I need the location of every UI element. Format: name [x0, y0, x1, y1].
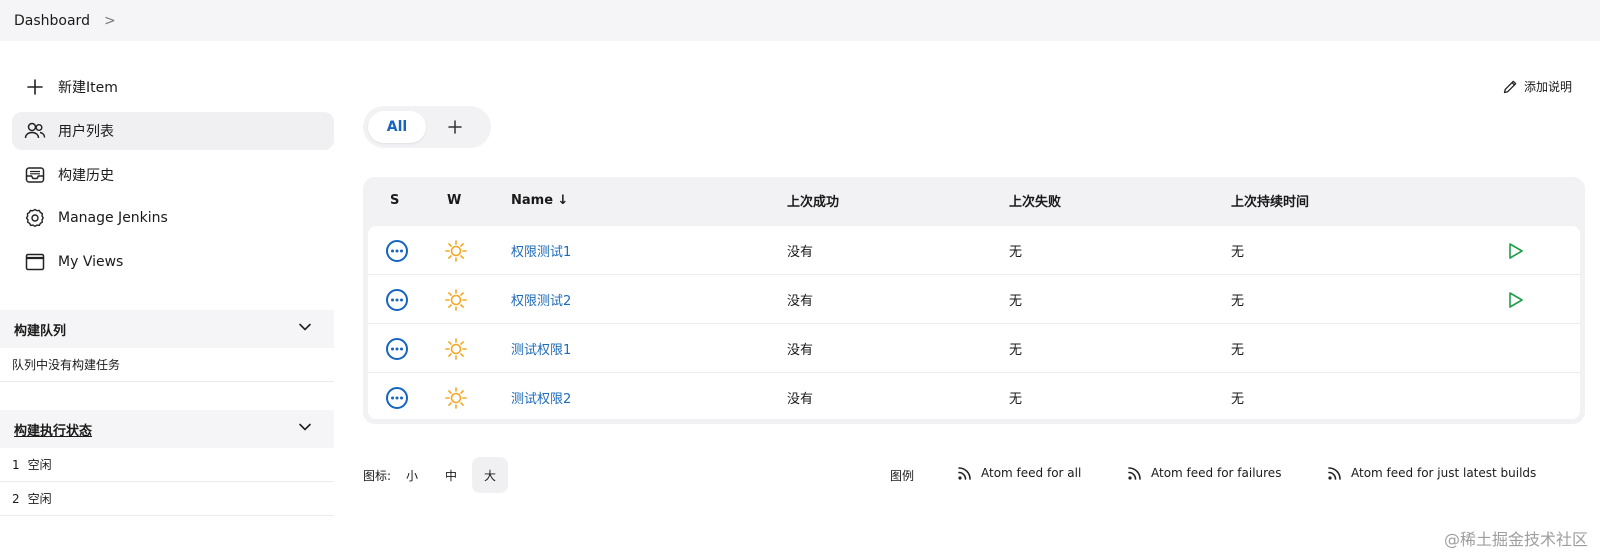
atom-feed-all[interactable]: Atom feed for all — [957, 465, 1081, 481]
last-success-cell: 没有 — [787, 343, 814, 358]
status-icon[interactable] — [385, 324, 409, 373]
sidebar-item-label: 用户列表 — [58, 124, 114, 140]
atom-feed-failures[interactable]: Atom feed for failures — [1127, 465, 1281, 481]
legend-link[interactable]: 图例 — [890, 467, 914, 484]
table-row: 测试权限2 没有 无 无 — [368, 373, 1580, 419]
table-row: 测试权限1 没有 无 无 — [368, 324, 1580, 373]
icon-size-medium[interactable]: 中 — [433, 457, 469, 493]
last-duration-cell: 无 — [1231, 343, 1245, 358]
last-duration-cell: 无 — [1231, 392, 1245, 407]
job-link[interactable]: 测试权限2 — [511, 388, 571, 407]
build-queue-header[interactable]: 构建队列 — [0, 310, 334, 348]
job-link[interactable]: 权限测试1 — [511, 241, 571, 260]
last-failure-cell: 无 — [1009, 343, 1023, 358]
last-success-cell: 没有 — [787, 392, 814, 407]
icon-size-label: 图标: — [363, 469, 392, 483]
breadcrumb-dashboard[interactable]: Dashboard — [14, 13, 90, 29]
last-duration-cell: 无 — [1231, 294, 1245, 309]
chevron-down-icon[interactable] — [298, 320, 312, 338]
table-footer: 图标: 小 中 大 图例 Atom feed for all Atom feed… — [363, 457, 1583, 493]
users-icon — [24, 120, 46, 142]
icon-size-small[interactable]: 小 — [394, 457, 430, 493]
executors-header[interactable]: 构建执行状态 — [0, 410, 334, 448]
breadcrumb-separator[interactable]: > — [104, 13, 116, 29]
weather-sunny-icon[interactable] — [444, 275, 468, 324]
column-header-last-success[interactable]: 上次成功 — [787, 177, 839, 223]
plus-icon — [24, 76, 46, 98]
executor-index: 2 — [12, 491, 20, 506]
table-row: 权限测试2 没有 无 无 — [368, 275, 1580, 324]
rss-icon — [1128, 467, 1141, 480]
add-description-label: 添加说明 — [1523, 80, 1572, 94]
jobs-table: S W Name ↓ 上次成功 上次失败 上次持续时间 权限测试1 没有无无权限测… — [363, 177, 1585, 424]
sidebar-item-users[interactable]: 用户列表 — [12, 112, 334, 150]
last-failure-cell: 无 — [1009, 392, 1023, 407]
rss-icon — [958, 467, 971, 480]
executor-index: 1 — [12, 457, 20, 472]
last-duration-cell: 无 — [1231, 245, 1245, 260]
status-icon[interactable] — [385, 226, 409, 275]
last-failure-cell: 无 — [1009, 294, 1023, 309]
executor-row: 2 空闲 — [0, 482, 334, 516]
atom-feed-label: Atom feed for just latest builds — [1351, 466, 1537, 480]
sidebar-item-label: My Views — [58, 254, 124, 270]
sidebar-item-new-item[interactable]: 新建Item — [12, 68, 334, 106]
sidebar-item-label: Manage Jenkins — [58, 210, 168, 226]
column-header-last-failure[interactable]: 上次失败 — [1009, 177, 1061, 223]
last-failure-cell: 无 — [1009, 245, 1023, 260]
build-queue-message: 队列中没有构建任务 — [12, 358, 121, 372]
pencil-icon — [1503, 80, 1517, 93]
sidebar-item-build-history[interactable]: 构建历史 — [12, 156, 334, 194]
table-header: S W Name ↓ 上次成功 上次失败 上次持续时间 — [363, 177, 1585, 223]
gear-icon — [24, 207, 46, 229]
weather-sunny-icon[interactable] — [444, 324, 468, 373]
atom-feed-label: Atom feed for all — [981, 466, 1082, 480]
weather-sunny-icon[interactable] — [444, 226, 468, 275]
add-view-button[interactable] — [441, 114, 469, 140]
build-queue-title: 构建队列 — [14, 323, 67, 339]
column-header-name[interactable]: Name ↓ — [511, 177, 568, 223]
rss-icon — [1328, 467, 1341, 480]
column-header-last-duration[interactable]: 上次持续时间 — [1231, 177, 1309, 223]
window-icon — [24, 251, 46, 273]
build-queue-empty: 队列中没有构建任务 — [0, 348, 334, 382]
chevron-down-icon[interactable] — [298, 420, 312, 438]
view-tabs: All — [363, 106, 491, 148]
plus-icon — [448, 120, 462, 134]
atom-feed-label: Atom feed for failures — [1151, 466, 1282, 480]
sidebar-item-label: 构建历史 — [58, 168, 114, 184]
table-row: 权限测试1 没有 无 无 — [368, 226, 1580, 275]
build-now-play-icon[interactable] — [1505, 226, 1525, 275]
job-link[interactable]: 测试权限1 — [511, 339, 571, 358]
breadcrumb-bar: Dashboard > — [0, 0, 1600, 41]
sidebar-item-manage-jenkins[interactable]: Manage Jenkins — [12, 199, 334, 237]
table-body: 权限测试1 没有无无权限测试2 没有无无测试权限1 没有无无测试权限2 没有无无 — [368, 226, 1580, 419]
last-success-cell: 没有 — [787, 245, 814, 260]
status-icon[interactable] — [385, 275, 409, 324]
status-icon[interactable] — [385, 373, 409, 419]
column-header-weather[interactable]: W — [447, 177, 461, 223]
inbox-icon — [24, 164, 46, 186]
icon-size-large[interactable]: 大 — [472, 457, 508, 493]
executor-status: 空闲 — [27, 458, 52, 472]
weather-sunny-icon[interactable] — [444, 373, 468, 419]
watermark: @稀土掘金技术社区 — [1443, 530, 1588, 549]
last-success-cell: 没有 — [787, 294, 814, 309]
job-link[interactable]: 权限测试2 — [511, 290, 571, 309]
atom-feed-latest-builds[interactable]: Atom feed for just latest builds — [1327, 465, 1536, 481]
sidebar-item-label: 新建Item — [58, 80, 118, 96]
add-description-link[interactable]: 添加说明 — [1502, 78, 1572, 95]
executors-title[interactable]: 构建执行状态 — [14, 420, 92, 439]
executor-status: 空闲 — [27, 492, 52, 506]
build-now-play-icon[interactable] — [1505, 275, 1525, 324]
tab-all[interactable]: All — [368, 111, 426, 143]
executor-row: 1 空闲 — [0, 448, 334, 482]
column-header-status[interactable]: S — [390, 177, 399, 223]
sidebar-item-my-views[interactable]: My Views — [12, 243, 334, 281]
